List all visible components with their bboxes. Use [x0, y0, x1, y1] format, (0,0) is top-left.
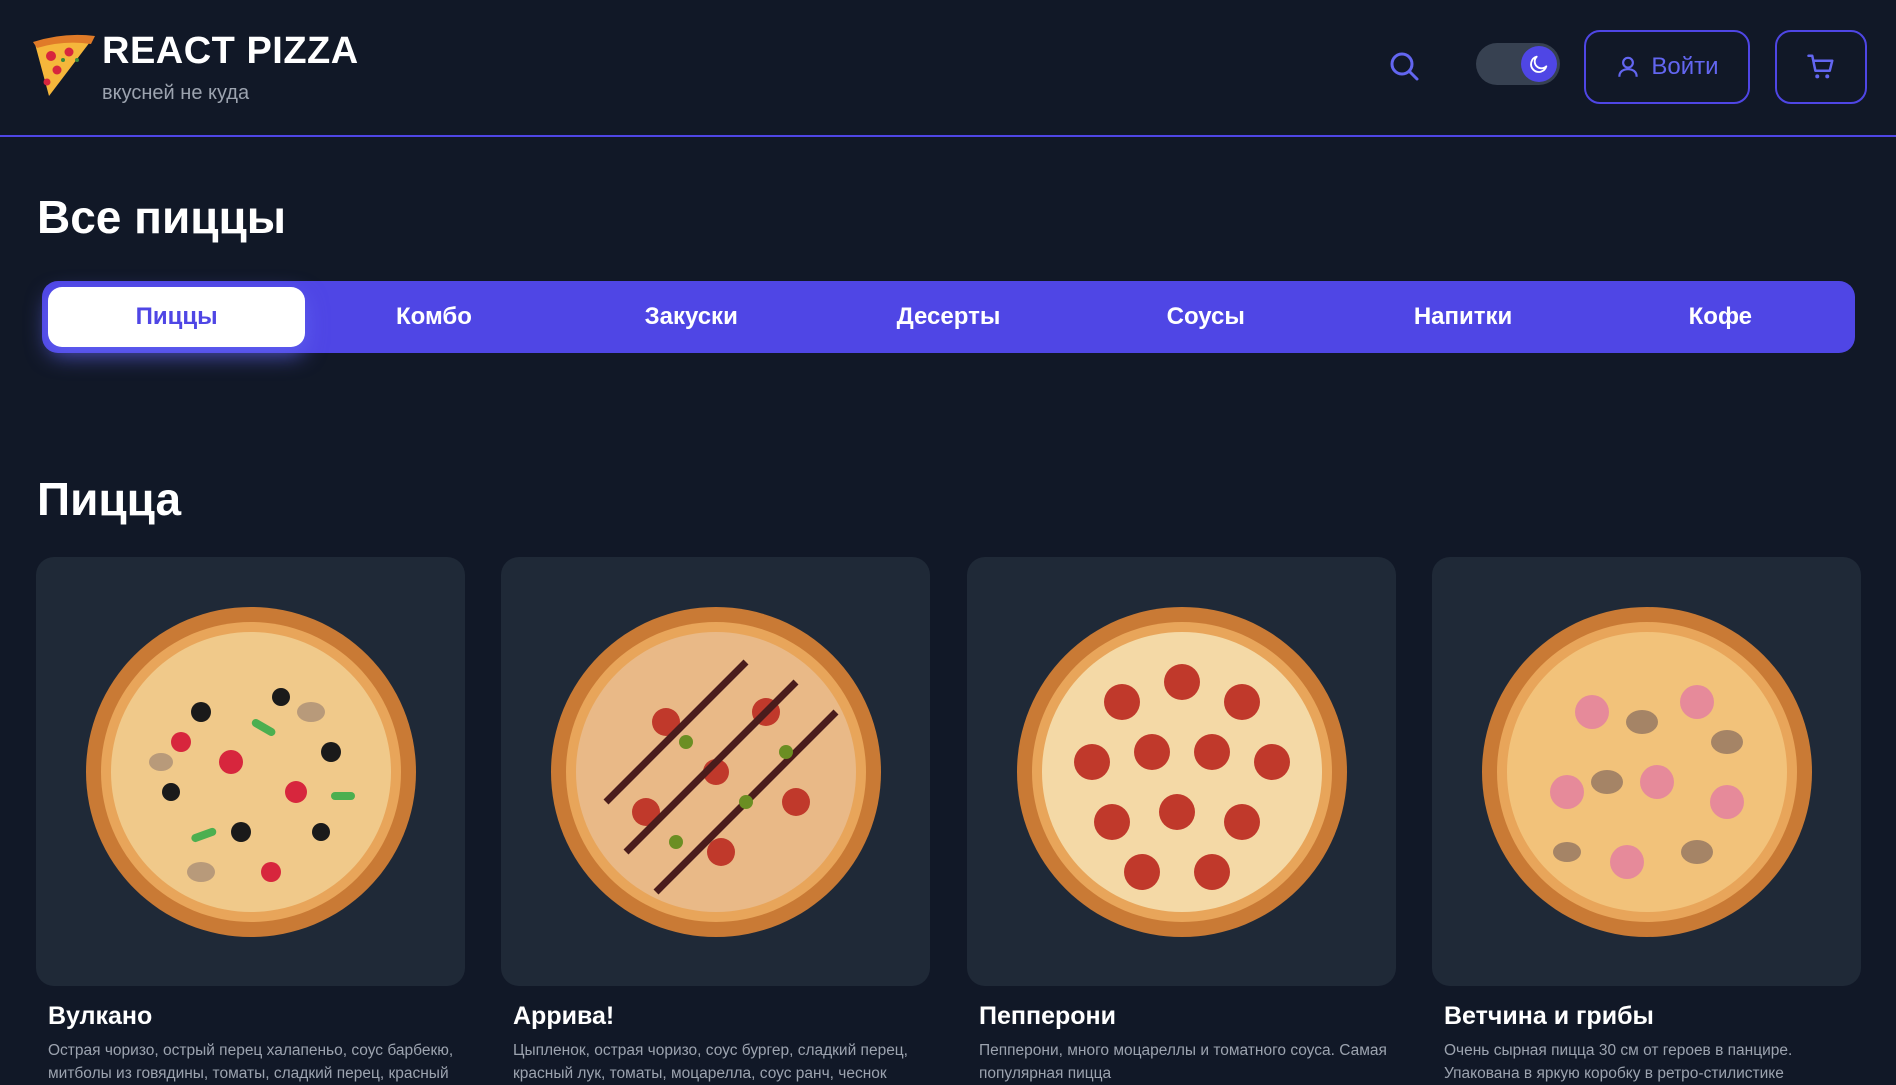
user-icon [1618, 56, 1639, 77]
product-card[interactable]: Ветчина и грибы Очень сырная пицца 30 см… [1432, 557, 1861, 1085]
brand-subtitle: вкусней не куда [102, 82, 250, 104]
product-name[interactable]: Аррива! [501, 1002, 930, 1031]
product-image[interactable] [36, 557, 465, 986]
pizza-image [85, 606, 416, 937]
header: REACT PIZZA вкусней не куда Войти [0, 0, 1896, 137]
tab-combo[interactable]: Комбо [305, 287, 562, 347]
product-image[interactable] [967, 557, 1396, 986]
category-tabs: Пиццы Комбо Закуски Десерты Соусы Напитк… [42, 281, 1855, 353]
theme-toggle[interactable] [1476, 43, 1560, 85]
product-card[interactable]: Вулкано Острая чоризо, острый перец хала… [36, 557, 465, 1085]
theme-toggle-knob [1521, 46, 1557, 82]
pizza-image [550, 606, 881, 937]
tab-snacks[interactable]: Закуски [563, 287, 820, 347]
product-image[interactable] [1432, 557, 1861, 986]
tab-drinks[interactable]: Напитки [1334, 287, 1591, 347]
pizza-image [1481, 606, 1812, 937]
product-description: Цыпленок, острая чоризо, соус бургер, сл… [513, 1042, 908, 1082]
product-description: Острая чоризо, острый перец халапеньо, с… [48, 1042, 454, 1082]
brand-title: REACT PIZZA [102, 30, 359, 72]
product-card[interactable]: Аррива! Цыпленок, острая чоризо, соус бу… [501, 557, 930, 1085]
tab-pizzas[interactable]: Пиццы [48, 287, 306, 347]
product-image[interactable] [501, 557, 930, 986]
section-title: Пицца [37, 473, 182, 525]
pizza-slice-icon[interactable] [29, 30, 99, 100]
product-name[interactable]: Ветчина и грибы [1432, 1002, 1861, 1031]
cart-icon [1807, 54, 1834, 79]
product-description: Очень сырная пицца 30 см от героев в пан… [1444, 1042, 1793, 1082]
pizza-image [1016, 606, 1347, 937]
page-title: Все пиццы [37, 191, 287, 243]
tab-coffee[interactable]: Кофе [1592, 287, 1849, 347]
tab-sauces[interactable]: Соусы [1077, 287, 1334, 347]
moon-icon [1530, 55, 1548, 73]
cart-button[interactable] [1775, 30, 1867, 104]
product-description: Пепперони, много моцареллы и томатного с… [979, 1042, 1387, 1082]
search-icon[interactable] [1388, 50, 1420, 82]
product-name[interactable]: Пепперони [967, 1002, 1396, 1031]
tab-desserts[interactable]: Десерты [820, 287, 1077, 347]
login-label: Войти [1651, 53, 1719, 80]
login-button[interactable]: Войти [1584, 30, 1750, 104]
product-card[interactable]: Пепперони Пепперони, много моцареллы и т… [967, 557, 1396, 1085]
product-name[interactable]: Вулкано [36, 1002, 465, 1031]
